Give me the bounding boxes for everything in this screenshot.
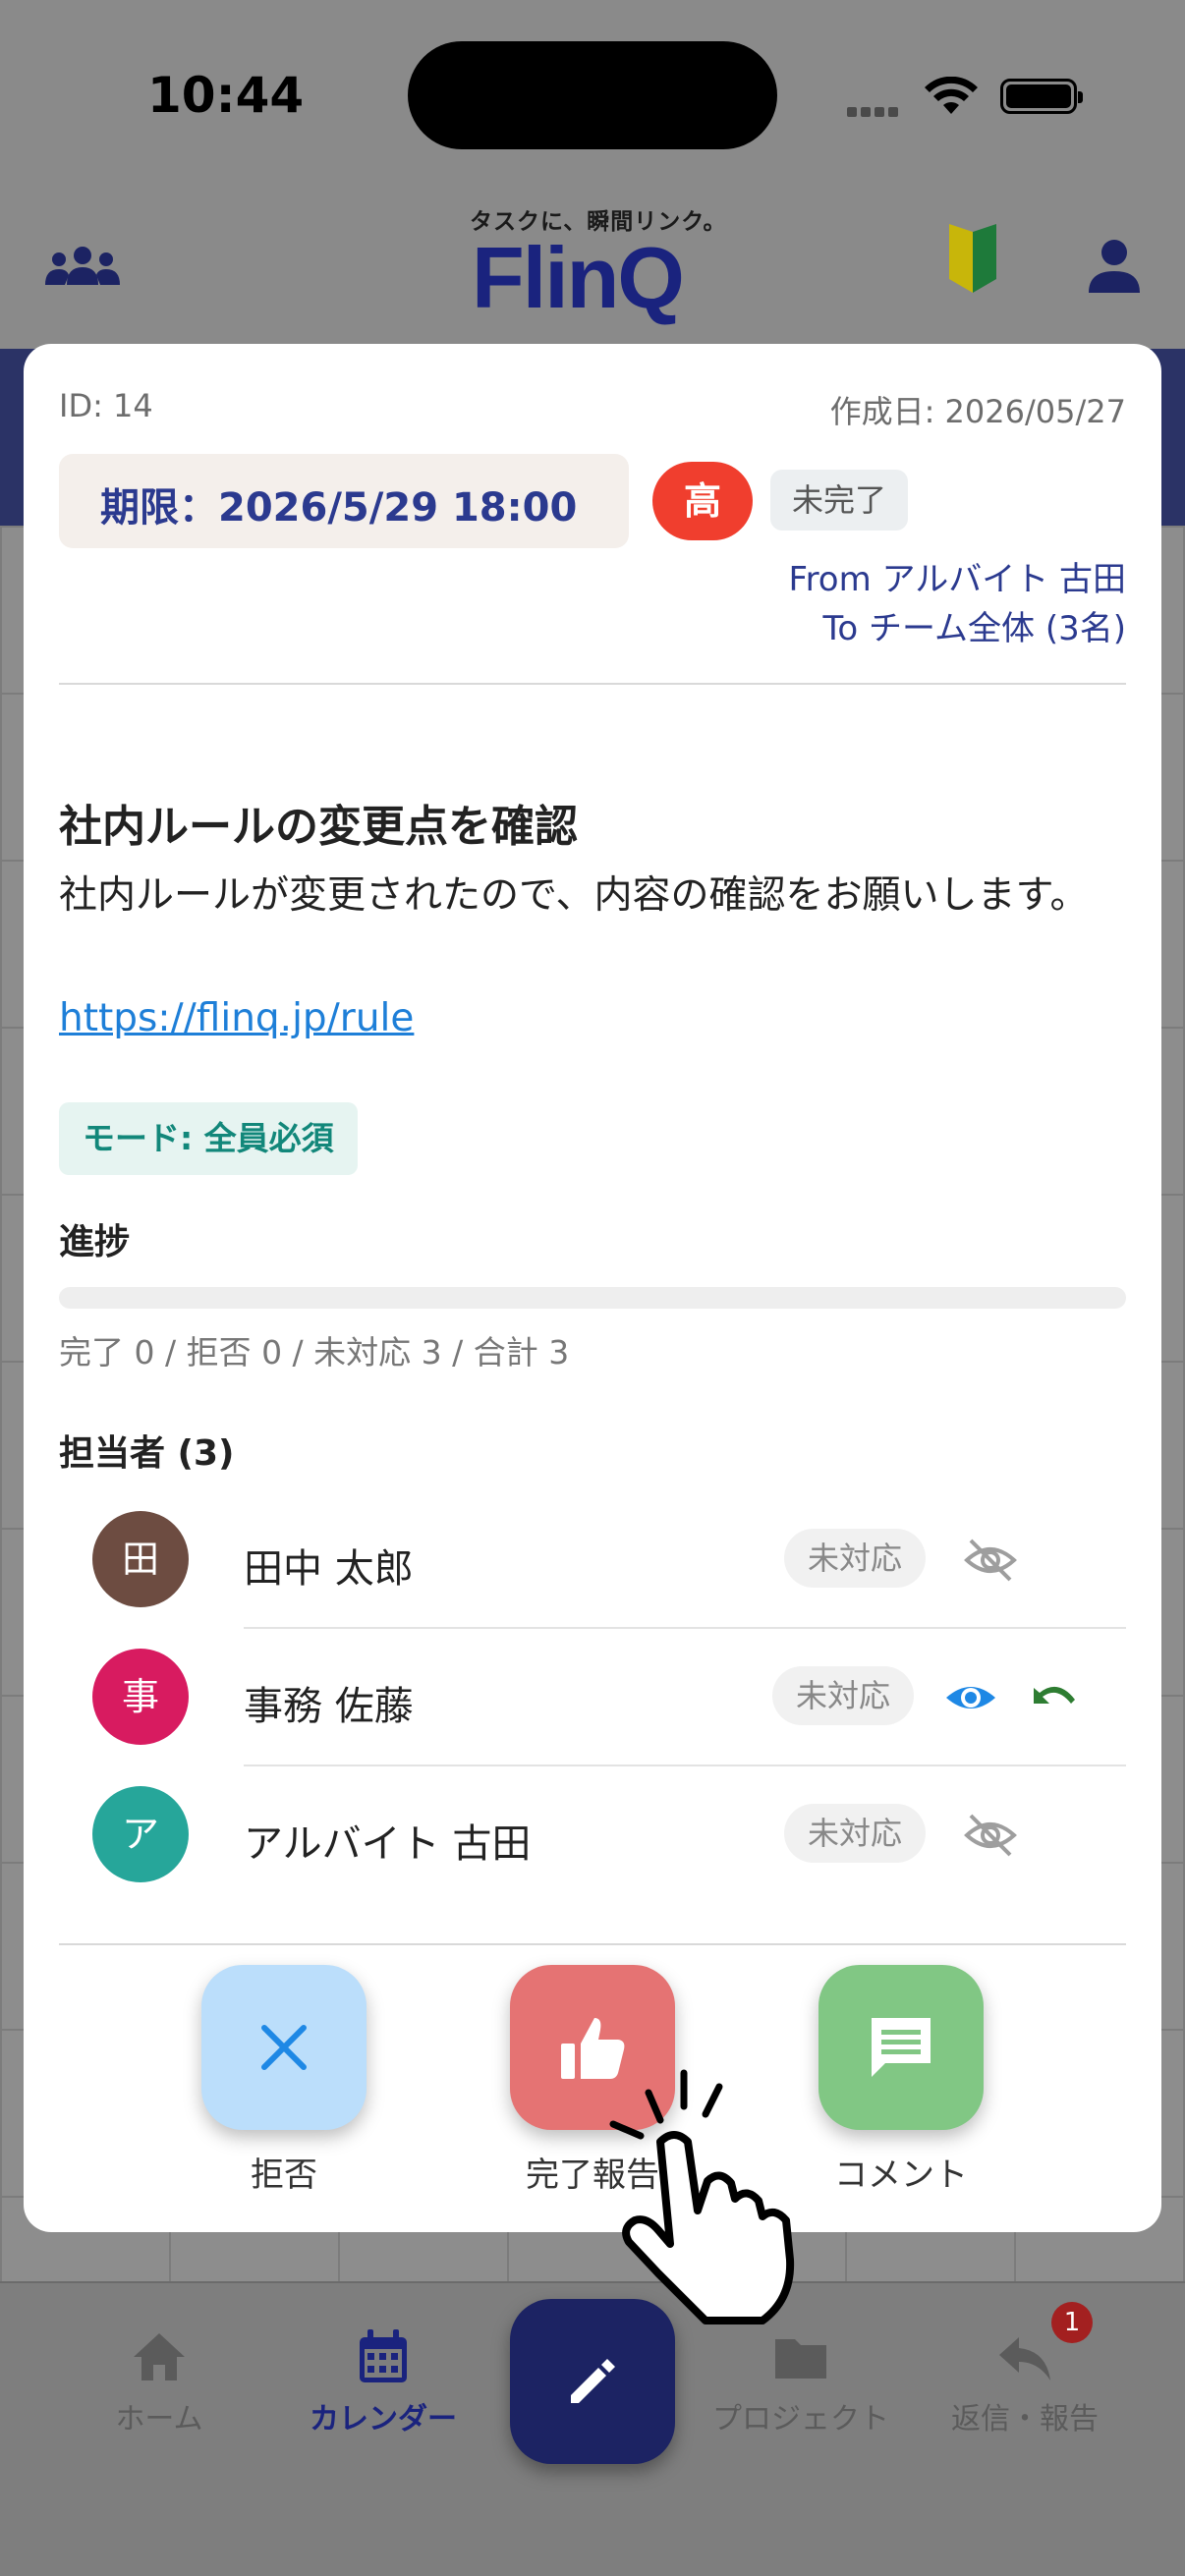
calendar-icon [360,2329,407,2382]
folder-icon [775,2339,826,2379]
comment-label: コメント [834,2156,968,2195]
created-date: 作成日: 2026/05/27 [829,393,1126,430]
profile-icon[interactable] [1087,238,1142,293]
nav-calendar[interactable]: カレンダー [285,2327,481,2437]
deadline-box: 期限：2026/5/29 18:00 [59,454,629,548]
reply-icon [999,2337,1050,2380]
comment-button[interactable] [818,1965,984,2130]
eye-icon[interactable] [943,1670,998,1725]
progress-heading: 進捗 [59,1222,131,1262]
nav-reply[interactable]: 返信・報告 [927,2327,1123,2437]
nav-home-label: ホーム [115,2402,203,2436]
close-icon [261,2025,307,2070]
pencil-icon [571,2359,615,2403]
to-line: To チーム全体 (3名) [822,609,1126,648]
progress-summary: 完了 0 / 拒否 0 / 未対応 3 / 合計 3 [59,1333,570,1372]
home-indicator [0,2515,1185,2576]
assignee-name: アルバイト 古田 [244,1821,532,1867]
task-body: 社内ルールが変更されたので、内容の確認をお願いします。 [59,873,1089,918]
comment-action[interactable]: コメント [818,1965,985,2196]
avatar: ア [92,1786,189,1882]
comment-icon [872,2018,931,2077]
avatar: 田 [92,1511,189,1607]
app-logo: FlinQ [472,229,685,326]
reply-badge: 1 [1051,2302,1093,2343]
assignee-row[interactable]: ア アルバイト 古田 未対応 [59,1766,1126,1904]
nav-project[interactable]: プロジェクト [703,2327,899,2437]
eye-off-icon[interactable] [963,1808,1018,1863]
status-bar: 10:44 [0,0,1185,187]
battery-icon [1000,79,1083,114]
status-chip: 未完了 [770,470,908,531]
nav-reply-label: 返信・報告 [951,2402,1099,2436]
nav-home[interactable]: ホーム [61,2327,257,2437]
task-id: ID: 14 [59,387,153,424]
assignee-status: 未対応 [772,1666,915,1725]
tap-hand-icon [609,2069,795,2324]
progress-bar [59,1287,1126,1309]
actions-divider [59,1943,1126,1945]
home-icon [134,2333,185,2380]
priority-badge: 高 [652,462,753,540]
reject-action[interactable]: 拒否 [200,1965,367,2196]
deadline-text: 期限：2026/5/29 18:00 [100,485,578,531]
assignee-row[interactable]: 事 事務 佐藤 未対応 [59,1629,1126,1766]
assignee-status: 未対応 [784,1804,927,1863]
task-detail-card: ID: 14 作成日: 2026/05/27 期限：2026/5/29 18:0… [24,344,1161,2232]
mode-chip: モード: 全員必須 [59,1102,358,1175]
reject-label: 拒否 [251,2156,317,2195]
header-divider [59,683,1126,685]
wifi-icon [925,77,978,114]
nav-project-label: プロジェクト [712,2402,889,2436]
eye-off-icon[interactable] [963,1533,1018,1588]
undo-icon[interactable] [1026,1670,1081,1725]
avatar: 事 [92,1649,189,1745]
task-link[interactable]: https://flinq.jp/rule [59,996,414,1040]
reject-button[interactable] [201,1965,367,2130]
assignee-name: 事務 佐藤 [244,1684,414,1729]
assignee-row[interactable]: 田 田中 太郎 未対応 [59,1491,1126,1629]
team-icon[interactable] [45,246,120,289]
app-header: タスクに、瞬間リンク。 FlinQ [0,187,1185,349]
assignee-name: 田中 太郎 [244,1546,414,1592]
assignee-status: 未対応 [784,1529,927,1588]
dynamic-island [408,41,777,149]
beginner-mark-icon[interactable] [945,224,1000,293]
cellular-signal-icon [847,102,906,117]
from-line: From アルバイト 古田 [788,560,1126,599]
status-time: 10:44 [147,67,305,124]
assignee-heading: 担当者 (3) [59,1433,235,1474]
nav-calendar-label: カレンダー [310,2402,457,2436]
task-title: 社内ルールの変更点を確認 [59,802,578,852]
